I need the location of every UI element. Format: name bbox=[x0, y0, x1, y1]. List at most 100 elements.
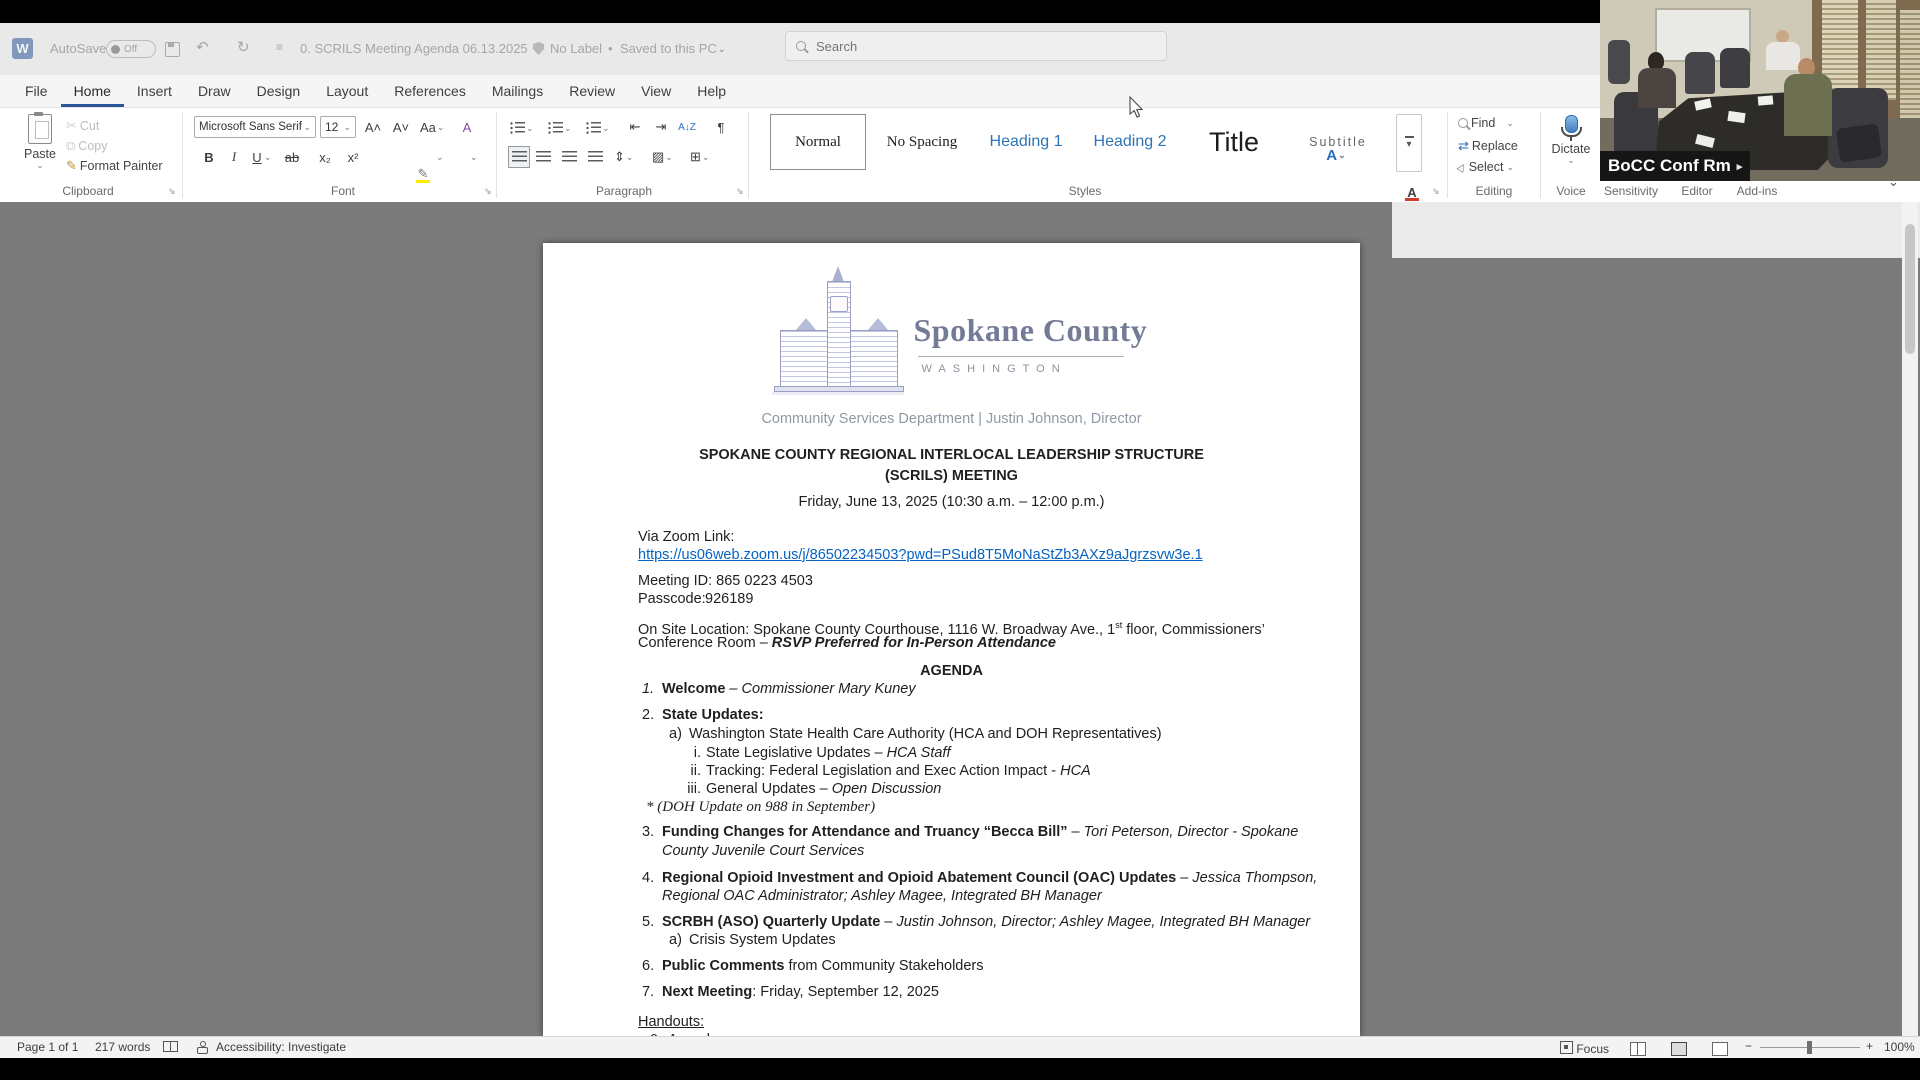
zoom-level[interactable]: 100% bbox=[1884, 1040, 1915, 1054]
zoom-out-button[interactable]: − bbox=[1745, 1039, 1752, 1053]
tab-home[interactable]: Home bbox=[61, 75, 124, 107]
replace-button[interactable]: ⇄Replace bbox=[1458, 138, 1518, 154]
agenda-item-2a-i: i.State Legislative Updates – HCA Staff bbox=[671, 744, 951, 763]
bullets-button[interactable]: ⌄ bbox=[510, 118, 534, 138]
style-heading-1[interactable]: Heading 1 bbox=[978, 114, 1074, 170]
change-case-button[interactable]: Aa⌄ bbox=[420, 117, 444, 137]
tab-help[interactable]: Help bbox=[684, 75, 739, 107]
zoom-slider-thumb[interactable] bbox=[1807, 1041, 1812, 1054]
tab-design[interactable]: Design bbox=[244, 75, 314, 107]
autosave-toggle[interactable]: Off bbox=[106, 40, 156, 58]
saved-status[interactable]: Saved to this PC bbox=[620, 41, 717, 56]
font-name-combo[interactable]: Microsoft Sans Serif⌄ bbox=[194, 116, 316, 138]
copy-button[interactable]: ⧉Copy bbox=[66, 138, 107, 154]
style-normal[interactable]: Normal bbox=[770, 114, 866, 170]
strikethrough-button[interactable]: ab bbox=[283, 147, 301, 167]
underline-caret-icon[interactable]: ⌄ bbox=[264, 153, 272, 162]
word-count[interactable]: 217 words bbox=[95, 1040, 150, 1054]
play-icon[interactable]: ▸ bbox=[1737, 160, 1743, 173]
tab-insert[interactable]: Insert bbox=[124, 75, 185, 107]
tab-review[interactable]: Review bbox=[556, 75, 628, 107]
select-button[interactable]: ▷Select⌄ bbox=[1458, 160, 1514, 174]
grow-font-button[interactable]: A˄ bbox=[364, 117, 382, 137]
meeting-title-line2: (SCRILS) MEETING bbox=[543, 467, 1360, 486]
logo-brand-text: Spokane County bbox=[914, 312, 1148, 349]
word-app-icon[interactable]: W bbox=[12, 38, 33, 59]
proofing-icon[interactable] bbox=[163, 1040, 178, 1054]
focus-button[interactable]: Focus bbox=[1560, 1040, 1609, 1056]
bold-button[interactable]: B bbox=[200, 147, 218, 167]
zoom-slider[interactable] bbox=[1760, 1037, 1860, 1059]
agenda-item-4-line2: Regional OAC Administrator; Ashley Magee… bbox=[662, 887, 1102, 906]
quick-access-menu-icon[interactable]: ≡ bbox=[276, 41, 283, 53]
document-page[interactable]: Spokane County WASHINGTON Community Serv… bbox=[543, 243, 1360, 1036]
style-subtitle[interactable]: Subtitle bbox=[1290, 114, 1386, 170]
format-painter-button[interactable]: ✎Format Painter bbox=[66, 158, 163, 174]
shading-button[interactable]: ▨⌄ bbox=[652, 147, 673, 167]
redo-icon[interactable]: ↻ bbox=[237, 40, 250, 55]
sensitivity-label-badge[interactable]: No Label bbox=[550, 41, 602, 56]
italic-button[interactable]: I bbox=[225, 147, 243, 167]
numbering-button[interactable]: ⌄ bbox=[548, 118, 572, 138]
subscript-button[interactable]: x₂ bbox=[316, 147, 334, 167]
tab-mailings[interactable]: Mailings bbox=[479, 75, 556, 107]
align-left-button[interactable] bbox=[508, 146, 530, 168]
sort-button[interactable]: A↓Z bbox=[678, 117, 696, 137]
decrease-indent-button[interactable]: ⇤ bbox=[626, 117, 644, 137]
style-no-spacing[interactable]: No Spacing bbox=[874, 114, 970, 170]
paragraph-dialog-launcher-icon[interactable]: ⇘ bbox=[736, 186, 744, 197]
multilevel-list-button[interactable]: ⌄ bbox=[586, 118, 610, 138]
styles-dialog-launcher-icon[interactable]: ⇘ bbox=[1432, 186, 1440, 197]
tab-references[interactable]: References bbox=[381, 75, 479, 107]
superscript-button[interactable]: x² bbox=[344, 147, 362, 167]
search-input[interactable] bbox=[814, 38, 1118, 55]
find-button[interactable]: Find⌄ bbox=[1458, 116, 1514, 130]
vertical-scrollbar[interactable] bbox=[1902, 202, 1918, 1036]
styles-gallery-more-button[interactable]: ▾ bbox=[1396, 114, 1422, 172]
accessibility-status[interactable]: Accessibility: Investigate bbox=[216, 1040, 346, 1054]
font-dialog-launcher-icon[interactable]: ⇘ bbox=[484, 186, 492, 197]
meeting-datetime: Friday, June 13, 2025 (10:30 a.m. – 12:0… bbox=[543, 493, 1360, 512]
agenda-item-3: 3.Funding Changes for Attendance and Tru… bbox=[642, 823, 1298, 842]
read-mode-button[interactable] bbox=[1630, 1040, 1646, 1057]
shrink-font-button[interactable]: A˅ bbox=[392, 117, 410, 137]
sensitivity-shield-icon[interactable] bbox=[533, 42, 544, 55]
page-indicator[interactable]: Page 1 of 1 bbox=[17, 1040, 78, 1054]
increase-indent-button[interactable]: ⇥ bbox=[652, 117, 670, 137]
tab-draw[interactable]: Draw bbox=[185, 75, 244, 107]
web-layout-button[interactable] bbox=[1712, 1040, 1728, 1057]
align-center-button[interactable] bbox=[534, 147, 552, 167]
highlight-button[interactable]: ✎ bbox=[414, 165, 432, 183]
print-layout-button[interactable] bbox=[1671, 1040, 1687, 1057]
save-icon[interactable] bbox=[165, 42, 180, 57]
font-size-combo[interactable]: 12⌄ bbox=[320, 116, 356, 138]
undo-icon[interactable]: ↶ bbox=[196, 40, 209, 55]
paste-icon bbox=[28, 114, 52, 144]
highlight-caret-icon[interactable]: ⌄ bbox=[436, 153, 444, 162]
search-box[interactable] bbox=[785, 31, 1167, 61]
line-spacing-button[interactable]: ⇕⌄ bbox=[614, 147, 633, 167]
clipboard-dialog-launcher-icon[interactable]: ⇘ bbox=[168, 186, 176, 197]
dictate-button[interactable]: Dictate ⌄ bbox=[1548, 115, 1594, 165]
video-room-label: BoCC Conf Rm▸ bbox=[1600, 151, 1750, 181]
accessibility-icon[interactable] bbox=[196, 1040, 207, 1054]
cut-button[interactable]: ✂Cut bbox=[66, 118, 99, 134]
tab-layout[interactable]: Layout bbox=[313, 75, 381, 107]
borders-button[interactable]: ⊞⌄ bbox=[690, 147, 709, 167]
saved-status-caret-icon[interactable]: ⌄ bbox=[718, 45, 726, 54]
zoom-link[interactable]: https://us06web.zoom.us/j/86502234503?pw… bbox=[638, 547, 1203, 563]
font-name-caret-icon: ⌄ bbox=[303, 123, 311, 132]
align-right-button[interactable] bbox=[560, 147, 578, 167]
zoom-link-label: Via Zoom Link: bbox=[638, 528, 734, 547]
zoom-in-button[interactable]: + bbox=[1866, 1039, 1873, 1053]
style-title[interactable]: Title bbox=[1186, 114, 1282, 170]
font-color-caret-icon[interactable]: ⌄ bbox=[470, 153, 478, 162]
tab-view[interactable]: View bbox=[628, 75, 684, 107]
paste-button[interactable]: Paste ⌄ bbox=[18, 114, 62, 170]
pilcrow-button[interactable]: ¶ bbox=[712, 117, 730, 137]
tab-file[interactable]: File bbox=[12, 75, 61, 107]
scrollbar-thumb[interactable] bbox=[1905, 224, 1915, 354]
conference-video-feed[interactable]: BoCC Conf Rm▸ bbox=[1600, 0, 1920, 181]
justify-button[interactable] bbox=[586, 147, 604, 167]
clear-formatting-button[interactable]: A bbox=[458, 117, 476, 137]
